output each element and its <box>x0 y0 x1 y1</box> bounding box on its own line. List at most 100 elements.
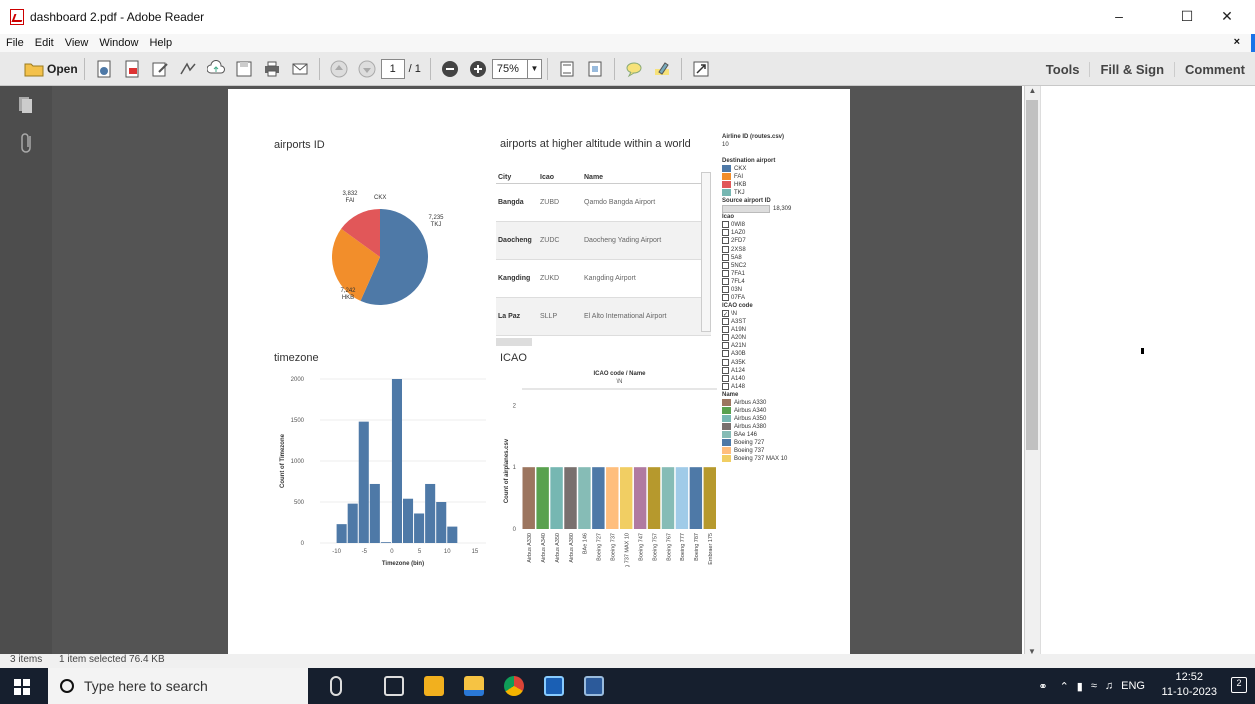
name-legend-item[interactable]: Airbus A340 <box>722 406 822 415</box>
checkbox[interactable] <box>722 269 729 277</box>
checkbox[interactable] <box>722 350 729 358</box>
save-icon[interactable] <box>231 56 257 82</box>
airline-filter-value[interactable]: 10 <box>722 142 729 148</box>
fill-sign-link[interactable]: Fill & Sign <box>1089 61 1174 77</box>
taskbar-clock[interactable]: 12:52 11-10-2023 <box>1162 670 1217 700</box>
name-legend-item[interactable]: Boeing 737 <box>722 447 822 455</box>
name-legend-item[interactable]: Boeing 727 <box>722 439 822 447</box>
page-number-input[interactable]: 1 <box>380 58 405 79</box>
menu-window[interactable]: Window <box>99 37 138 49</box>
checkbox[interactable] <box>722 221 729 229</box>
email-icon[interactable] <box>287 56 313 82</box>
previous-page-icon[interactable] <box>326 56 352 82</box>
filter-checkbox-item[interactable]: 1AZ0 <box>722 229 822 237</box>
filter-checkbox-item[interactable]: A35K <box>722 358 822 367</box>
sign-icon[interactable] <box>175 56 201 82</box>
checkbox[interactable] <box>722 318 729 326</box>
checkbox[interactable] <box>722 261 729 269</box>
table-hscrollbar[interactable] <box>496 338 532 346</box>
destination-legend-item[interactable]: FAI <box>722 173 822 181</box>
filter-checkbox-item[interactable]: 7FA1 <box>722 269 822 278</box>
name-legend-item[interactable]: Airbus A380 <box>722 423 822 431</box>
zoom-input[interactable]: 75% <box>491 58 528 79</box>
filter-checkbox-item[interactable]: 07FA <box>722 294 822 302</box>
checkbox[interactable] <box>722 245 729 253</box>
photos-icon[interactable] <box>584 676 604 696</box>
table-vscrollbar[interactable] <box>701 172 711 332</box>
checkbox[interactable] <box>722 326 729 334</box>
close-document-icon[interactable]: × <box>1234 36 1240 48</box>
filter-checkbox-item[interactable]: A21N <box>722 342 822 350</box>
zoom-out-icon[interactable] <box>437 56 463 82</box>
filter-checkbox-item[interactable]: ✓ \N <box>722 310 822 318</box>
edit-pdf-icon[interactable] <box>147 56 173 82</box>
page-thumbnails-icon[interactable] <box>18 96 34 119</box>
checkbox[interactable] <box>722 253 729 261</box>
task-view-icon[interactable] <box>384 676 404 696</box>
store-icon[interactable] <box>424 676 444 696</box>
language-indicator[interactable]: ENG <box>1121 680 1145 692</box>
create-pdf-icon[interactable] <box>91 56 117 82</box>
battery-icon[interactable]: ▮ <box>1077 680 1083 693</box>
filter-checkbox-item[interactable]: A148 <box>722 382 822 391</box>
close-button[interactable]: ✕ <box>1204 8 1250 28</box>
paint-icon[interactable] <box>544 676 564 696</box>
menu-view[interactable]: View <box>65 37 89 49</box>
checkbox[interactable] <box>722 358 729 366</box>
network-icon[interactable]: ≈ <box>1091 680 1097 692</box>
open-button[interactable]: Open <box>24 56 78 82</box>
menu-file[interactable]: File <box>6 37 24 49</box>
filter-checkbox-item[interactable]: 2XS8 <box>722 245 822 254</box>
tools-link[interactable]: Tools <box>1036 62 1090 77</box>
highlight-icon[interactable] <box>649 56 675 82</box>
filter-checkbox-item[interactable]: 5A8 <box>722 253 822 262</box>
attachments-icon[interactable] <box>20 132 34 159</box>
filter-checkbox-item[interactable]: A124 <box>722 366 822 375</box>
name-legend-item[interactable]: Airbus A330 <box>722 398 822 407</box>
filter-checkbox-item[interactable]: 0WI8 <box>722 221 822 229</box>
checkbox[interactable] <box>722 294 729 302</box>
show-hidden-icons[interactable]: ⌃ <box>1060 680 1069 693</box>
checkbox[interactable] <box>722 342 729 350</box>
export-pdf-icon[interactable] <box>119 56 145 82</box>
source-slider[interactable] <box>722 205 770 214</box>
destination-legend-item[interactable]: TKJ <box>722 189 822 197</box>
destination-legend-item[interactable]: CKX <box>722 165 822 173</box>
upload-cloud-icon[interactable] <box>203 56 229 82</box>
fit-width-icon[interactable] <box>582 56 608 82</box>
filter-checkbox-item[interactable]: 2FD7 <box>722 237 822 245</box>
windows-start-icon[interactable] <box>14 679 30 700</box>
menu-edit[interactable]: Edit <box>35 37 54 49</box>
filter-checkbox-item[interactable]: 7FL4 <box>722 277 822 286</box>
checkbox[interactable] <box>722 334 729 342</box>
taskbar-search[interactable]: Type here to search <box>48 668 308 704</box>
checkbox[interactable] <box>722 382 729 390</box>
comment-bubble-icon[interactable] <box>621 56 647 82</box>
filter-checkbox-item[interactable]: A30B <box>722 350 822 358</box>
checkbox[interactable] <box>722 237 729 245</box>
checkbox[interactable]: ✓ <box>722 310 729 318</box>
name-legend-item[interactable]: Boeing 737 MAX 10 <box>722 455 822 463</box>
fit-page-icon[interactable] <box>554 56 580 82</box>
scrollbar-thumb[interactable] <box>1026 100 1038 450</box>
chrome-icon[interactable] <box>504 676 524 696</box>
zoom-dropdown-icon[interactable]: ▼ <box>527 58 542 79</box>
minimize-button[interactable]: – <box>1096 8 1142 28</box>
people-icon[interactable]: ⚭ <box>1038 680 1047 693</box>
checkbox[interactable] <box>722 366 729 374</box>
menu-help[interactable]: Help <box>149 37 172 49</box>
comment-link[interactable]: Comment <box>1174 61 1255 77</box>
filter-checkbox-item[interactable]: 03N <box>722 285 822 294</box>
checkbox[interactable] <box>722 285 729 293</box>
volume-icon[interactable]: ♫ <box>1105 680 1113 692</box>
scroll-up-icon[interactable]: ▲ <box>1025 86 1040 95</box>
checkbox[interactable] <box>722 229 729 237</box>
filter-checkbox-item[interactable]: 5NC2 <box>722 261 822 270</box>
file-explorer-icon[interactable] <box>464 676 484 696</box>
filter-checkbox-item[interactable]: A140 <box>722 374 822 383</box>
full-screen-icon[interactable] <box>688 56 714 82</box>
filter-checkbox-item[interactable]: A19N <box>722 326 822 334</box>
destination-legend-item[interactable]: HKB <box>722 181 822 189</box>
print-icon[interactable] <box>259 56 285 82</box>
notification-icon[interactable]: 2 <box>1231 677 1247 693</box>
